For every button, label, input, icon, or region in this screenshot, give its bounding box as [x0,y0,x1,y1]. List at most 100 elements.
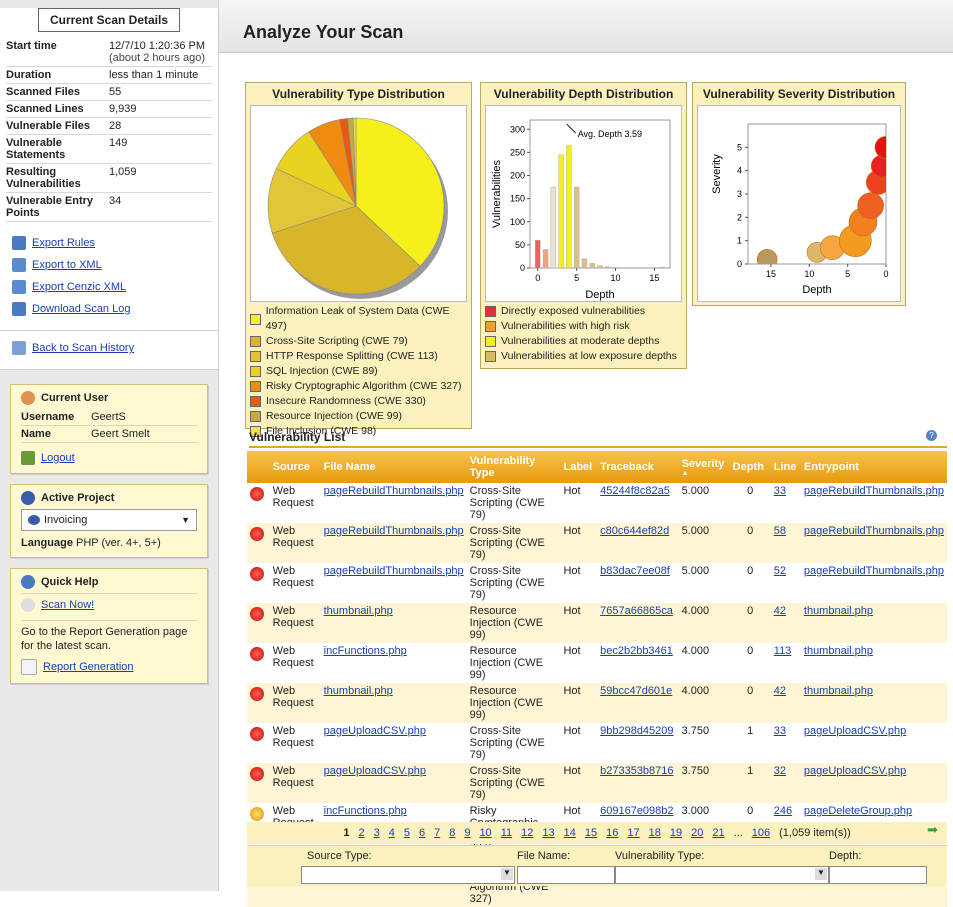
page-link[interactable]: 4 [389,827,395,839]
page-link[interactable]: 18 [649,827,661,839]
page-link[interactable]: 16 [606,827,618,839]
traceback-link[interactable]: 9bb298d45209 [600,725,673,737]
line-link[interactable]: 246 [774,805,792,817]
file-link[interactable]: pageRebuildThumbnails.php [324,565,464,577]
page-link[interactable]: 20 [691,827,703,839]
back-link-label[interactable]: Back to Scan History [32,342,134,354]
type-pie-chart [267,117,448,299]
file-link[interactable]: thumbnail.php [324,685,393,697]
export-link-label[interactable]: Export Rules [32,237,95,249]
page-link[interactable]: 11 [501,827,512,839]
page-link[interactable]: 12 [521,827,533,839]
export-link[interactable]: Export Rules [12,236,206,250]
scan-now-label[interactable]: Scan Now! [41,599,94,611]
critical-bug-icon [250,647,264,661]
entrypoint-link[interactable]: thumbnail.php [804,605,873,617]
project-select[interactable]: Invoicing ▼ [21,509,197,531]
page-link[interactable]: 7 [434,827,440,839]
report-generation-label[interactable]: Report Generation [43,661,134,673]
line-link[interactable]: 42 [774,605,786,617]
entrypoint-link[interactable]: thumbnail.php [804,645,873,657]
page-link[interactable]: 3 [374,827,380,839]
column-header[interactable]: Depth [729,451,771,483]
entrypoint-link[interactable]: pageUploadCSV.php [804,765,906,777]
scan-now-link[interactable]: Scan Now! [21,598,197,612]
file-link[interactable]: pageRebuildThumbnails.php [324,485,464,497]
page-link[interactable]: 17 [627,827,639,839]
logout-label[interactable]: Logout [41,452,75,464]
entrypoint-link[interactable]: pageDeleteGroup.php [804,805,912,817]
file-link[interactable]: incFunctions.php [324,645,407,657]
export-link-label[interactable]: Download Scan Log [32,303,130,315]
next-page-arrow-icon[interactable]: ➡ [927,822,938,838]
line-link[interactable]: 113 [774,645,792,657]
traceback-link[interactable]: 59bcc47d601e [600,685,672,697]
entrypoint-link[interactable]: pageRebuildThumbnails.php [804,565,944,577]
export-link[interactable]: Export to XML [12,258,206,272]
export-link-label[interactable]: Export to XML [32,259,102,271]
column-header[interactable]: Traceback [597,451,679,483]
quick-help-heading: Quick Help [21,575,197,589]
traceback-link[interactable]: 609167e098b2 [600,805,673,817]
page-link[interactable]: 13 [542,827,554,839]
line-link[interactable]: 42 [774,685,786,697]
page-link[interactable]: 15 [585,827,597,839]
traceback-link[interactable]: b273353b8716 [600,765,673,777]
traceback-link[interactable]: c80c644ef82d [600,525,669,537]
file-cell: pageRebuildThumbnails.php [320,563,467,603]
line-link[interactable]: 33 [774,485,786,497]
column-header[interactable]: File Name [320,451,467,483]
entrypoint-link[interactable]: pageUploadCSV.php [804,725,906,737]
file-link[interactable]: thumbnail.php [324,605,393,617]
traceback-link[interactable]: 7657a66865ca [600,605,673,617]
file-link[interactable]: pageRebuildThumbnails.php [324,525,464,537]
traceback-link[interactable]: b83dac7ee08f [600,565,670,577]
source-type-select[interactable]: ▼ [301,866,515,884]
last-page-link[interactable]: 106 [752,827,770,839]
export-link[interactable]: Export Cenzic XML [12,280,206,294]
column-header[interactable]: Vulnerability Type [466,451,561,483]
depth-input[interactable] [829,866,927,884]
column-header[interactable]: Source [269,451,321,483]
entrypoint-cell: pageUploadCSV.php [800,763,947,803]
vulnerability-type-select[interactable]: ▼ [615,866,829,884]
entrypoint-cell: pageRebuildThumbnails.php [800,523,947,563]
back-to-history-link[interactable]: Back to Scan History [12,341,206,355]
y-tick-label: 5 [737,142,742,152]
traceback-link[interactable]: 45244f8c82a5 [600,485,670,497]
page-link[interactable]: 19 [670,827,682,839]
page-link[interactable]: 9 [464,827,470,839]
column-header[interactable]: Entrypoint [800,451,947,483]
page-link[interactable]: 2 [358,827,364,839]
line-link[interactable]: 32 [774,765,786,777]
line-link[interactable]: 58 [774,525,786,537]
traceback-link[interactable]: bec2b2bb3461 [600,645,673,657]
scan-detail-row: Scanned Files 55 [6,84,212,101]
page-link[interactable]: 14 [564,827,576,839]
help-icon[interactable]: ? [926,430,937,441]
export-link-label[interactable]: Export Cenzic XML [32,281,126,293]
page-link[interactable]: 5 [404,827,410,839]
file-link[interactable]: pageUploadCSV.php [324,765,426,777]
file-name-input[interactable] [517,866,615,884]
report-generation-link[interactable]: Report Generation [21,659,197,675]
page-link[interactable]: 8 [449,827,455,839]
column-header[interactable]: Label [560,451,598,483]
file-link[interactable]: incFunctions.php [324,805,407,817]
entrypoint-link[interactable]: thumbnail.php [804,685,873,697]
column-header[interactable]: Line [770,451,801,483]
y-tick-label: 250 [510,147,525,157]
export-link[interactable]: Download Scan Log [12,302,206,316]
line-link[interactable]: 52 [774,565,786,577]
page-link[interactable]: 10 [479,827,491,839]
entrypoint-link[interactable]: pageRebuildThumbnails.php [804,525,944,537]
line-link[interactable]: 33 [774,725,786,737]
source-cell: Web Request [269,563,321,603]
column-header[interactable]: Severity ▲ [678,451,730,483]
page-link[interactable]: 6 [419,827,425,839]
depth-legend: Directly exposed vulnerabilities Vulnerab… [481,302,686,366]
file-link[interactable]: pageUploadCSV.php [324,725,426,737]
logout-link[interactable]: Logout [21,451,197,465]
entrypoint-link[interactable]: pageRebuildThumbnails.php [804,485,944,497]
page-link[interactable]: 21 [712,827,724,839]
